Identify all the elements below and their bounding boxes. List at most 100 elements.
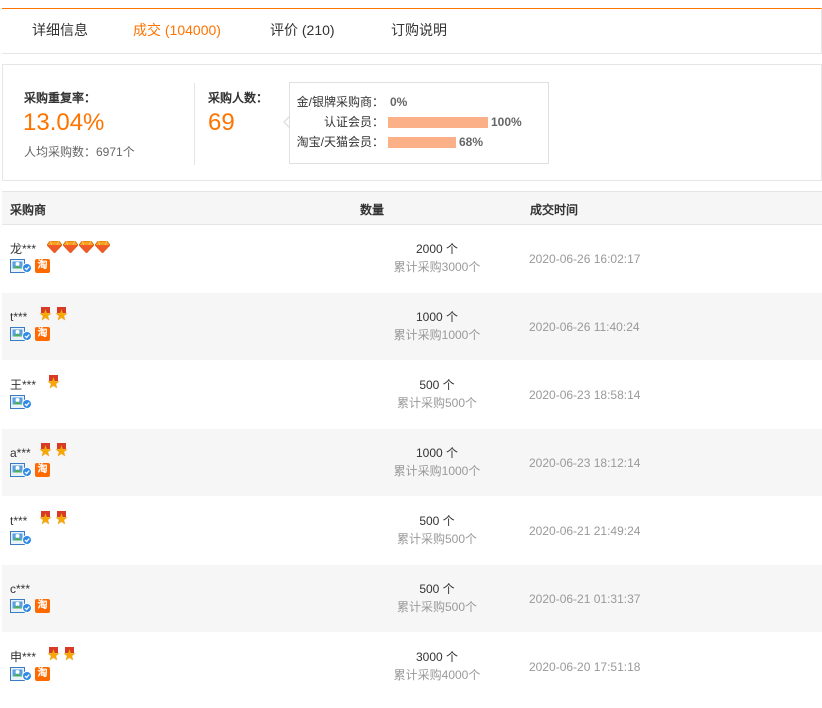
- cumulative-purchase: 累计采购1000个: [393, 328, 481, 342]
- buyers-count-label: 采购人数：: [208, 91, 269, 105]
- buyer-level-medals: [47, 239, 110, 255]
- verified-avatar-icon[interactable]: [10, 463, 32, 477]
- distribution-label: 淘宝/天猫会员：: [296, 135, 384, 149]
- taobao-icon[interactable]: 淘: [35, 599, 50, 613]
- tab-transactions[interactable]: 成交 (104000): [133, 21, 221, 39]
- verified-avatar-icon[interactable]: [10, 667, 32, 681]
- distribution-row: 认证会员： 100%: [290, 114, 548, 130]
- table-row: c*** 淘 500 个累计采购500个 2020-06-21 01:31:37: [2, 565, 822, 633]
- diamond-icon: [47, 241, 62, 253]
- buyer-level-medals: ★ ★: [38, 511, 69, 527]
- medal-star-icon: ★: [46, 375, 61, 392]
- purchase-stats-panel: 采购重复率： 13.04% 人均采购数：6971个 采购人数： 69 金/银牌采…: [2, 64, 822, 181]
- buyer-badges: 淘: [10, 259, 50, 273]
- column-header-buyer: 采购商: [10, 203, 47, 217]
- buyer-level-medals: ★: [46, 375, 61, 391]
- cumulative-purchase: 累计采购4000个: [393, 668, 481, 682]
- distribution-label: 金/银牌采购商：: [296, 95, 384, 109]
- distribution-row: 淘宝/天猫会员： 68%: [290, 134, 548, 150]
- diamond-icon: [79, 241, 94, 253]
- buyer-badges: 淘: [10, 599, 50, 613]
- buyer-badges: 淘: [10, 667, 50, 681]
- table-row: 王*** ★ 500 个累计采购500个 2020-06-23 18:58:14: [2, 361, 822, 429]
- buyer-badges: 淘: [10, 463, 50, 477]
- distribution-label: 认证会员：: [323, 115, 384, 129]
- verified-avatar-icon[interactable]: [10, 259, 32, 273]
- medal-star-icon: ★: [54, 443, 69, 460]
- buyer-level-medals: ★ ★: [38, 307, 69, 323]
- medal-star-icon: ★: [38, 443, 53, 460]
- transaction-time: 2020-06-26 16:02:17: [529, 252, 641, 266]
- medal-star-icon: ★: [54, 307, 69, 324]
- buyer-name[interactable]: t***: [10, 514, 27, 528]
- tab-order-instructions[interactable]: 订购说明: [391, 21, 447, 39]
- avg-purchase-count: 人均采购数：6971个: [24, 145, 135, 159]
- purchase-quantity: 500 个: [419, 378, 455, 392]
- cumulative-purchase: 累计采购500个: [396, 600, 478, 614]
- buyer-name[interactable]: 申***: [10, 650, 36, 664]
- table-body: 龙*** 淘 2000 个累计采购3000个 2020-06-26 16:02:17 t…: [2, 225, 822, 701]
- buyer-badges: [10, 395, 32, 409]
- buyer-name[interactable]: 王***: [10, 378, 36, 392]
- tab-details[interactable]: 详细信息: [32, 21, 88, 39]
- verified-avatar-icon[interactable]: [10, 531, 32, 545]
- diamond-icon: [63, 241, 78, 253]
- medal-star-icon: ★: [46, 647, 61, 664]
- stats-divider: [194, 83, 195, 165]
- table-row: t*** ★ ★ 淘 1000 个累计采购1000个 2020-06-26 11:40:2…: [2, 293, 822, 361]
- buyer-level-medals: ★ ★: [38, 443, 69, 459]
- purchase-quantity: 1000 个: [415, 310, 459, 324]
- buyer-name[interactable]: t***: [10, 310, 27, 324]
- buyer-type-distribution: 金/银牌采购商： 0% 认证会员： 100% 淘宝/天猫会员： 68%: [289, 82, 549, 164]
- verified-avatar-icon[interactable]: [10, 599, 32, 613]
- transaction-time: 2020-06-23 18:58:14: [529, 388, 641, 402]
- verified-avatar-icon[interactable]: [10, 327, 32, 341]
- buyer-name[interactable]: 龙***: [10, 242, 36, 256]
- buyer-name[interactable]: c***: [10, 582, 30, 596]
- buyers-count-value: 69: [208, 109, 235, 136]
- medal-star-icon: ★: [62, 647, 77, 664]
- distribution-bar: [388, 137, 456, 148]
- transaction-table: 采购商 数量 成交时间 龙*** 淘 2000 个累计采购3000个 2020-06-…: [2, 191, 822, 701]
- taobao-icon[interactable]: 淘: [35, 667, 50, 681]
- column-header-quantity: 数量: [360, 203, 385, 217]
- cumulative-purchase: 累计采购500个: [396, 396, 478, 410]
- buyer-badges: [10, 531, 32, 545]
- taobao-icon[interactable]: 淘: [35, 327, 50, 341]
- purchase-quantity: 2000 个: [415, 242, 459, 256]
- table-row: t*** ★ ★ 500 个累计采购500个 2020-06-21 21:49:24: [2, 497, 822, 565]
- medal-star-icon: ★: [38, 511, 53, 528]
- distribution-row: 金/银牌采购商： 0%: [290, 94, 548, 110]
- buyer-level-medals: ★ ★: [46, 647, 77, 663]
- transaction-time: 2020-06-21 01:31:37: [529, 592, 641, 606]
- taobao-icon[interactable]: 淘: [35, 259, 50, 273]
- cumulative-purchase: 累计采购3000个: [393, 260, 481, 274]
- verified-avatar-icon[interactable]: [10, 395, 32, 409]
- purchase-quantity: 1000 个: [415, 446, 459, 460]
- medal-star-icon: ★: [54, 511, 69, 528]
- diamond-icon: [95, 241, 110, 253]
- purchase-quantity: 500 个: [419, 582, 455, 596]
- medal-star-icon: ★: [38, 307, 53, 324]
- table-row: 龙*** 淘 2000 个累计采购3000个 2020-06-26 16:02:17: [2, 225, 822, 293]
- transaction-time: 2020-06-26 11:40:24: [529, 320, 640, 334]
- table-row: 申*** ★ ★ 淘 3000 个累计采购4000个 2020-06-20 17:51:1…: [2, 633, 822, 701]
- tab-bar: 详细信息 成交 (104000) 评价 (210) 订购说明: [2, 8, 822, 54]
- purchase-quantity: 3000 个: [415, 650, 459, 664]
- purchase-quantity: 500 个: [419, 514, 455, 528]
- distribution-bar: [388, 117, 488, 128]
- column-header-time: 成交时间: [530, 203, 579, 217]
- distribution-percent: 68%: [459, 135, 484, 149]
- tab-reviews[interactable]: 评价 (210): [270, 21, 335, 39]
- distribution-percent: 100%: [491, 115, 522, 129]
- repeat-rate-value: 13.04%: [23, 109, 105, 136]
- buyer-badges: 淘: [10, 327, 50, 341]
- table-header: 采购商 数量 成交时间: [2, 191, 822, 225]
- cumulative-purchase: 累计采购1000个: [393, 464, 481, 478]
- taobao-icon[interactable]: 淘: [35, 463, 50, 477]
- transaction-time: 2020-06-20 17:51:18: [529, 660, 641, 674]
- buyer-name[interactable]: a***: [10, 446, 31, 460]
- repeat-rate-label: 采购重复率：: [24, 91, 97, 105]
- distribution-percent: 0%: [390, 95, 408, 109]
- cumulative-purchase: 累计采购500个: [396, 532, 478, 546]
